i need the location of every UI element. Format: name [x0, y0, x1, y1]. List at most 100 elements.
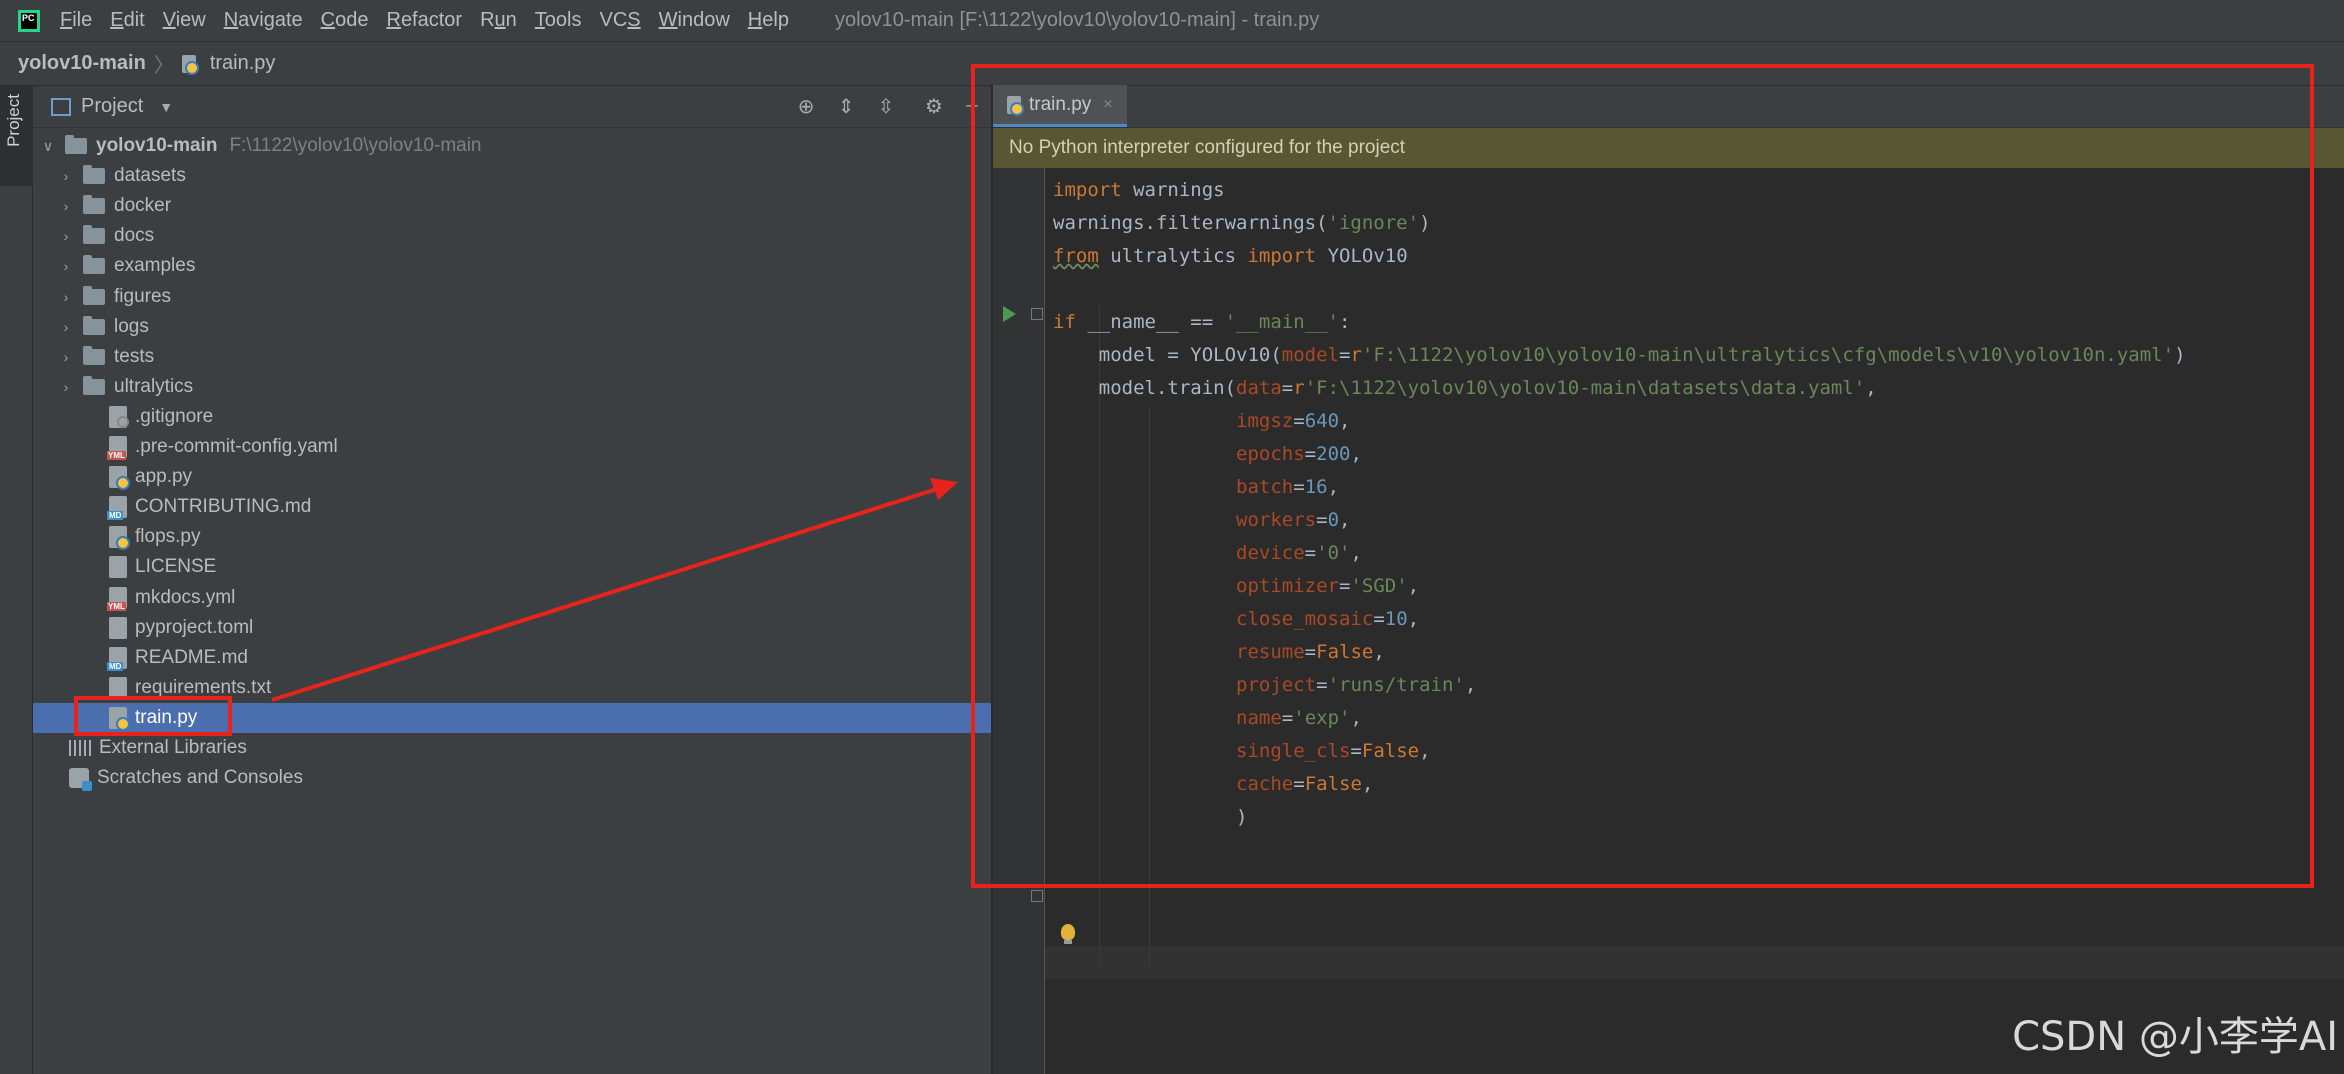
folder-icon [83, 255, 105, 275]
tree-label: Scratches and Consoles [97, 767, 303, 789]
menu-vcs[interactable]: VCS [600, 9, 641, 32]
ignore-file-icon [109, 405, 129, 428]
watermark: CSDN @小李学AI [2012, 1014, 2338, 1060]
project-tool-tab-label: Project [4, 94, 23, 147]
chevron-down-icon[interactable]: ▼ [159, 99, 173, 115]
project-tool-tab[interactable]: Project [0, 86, 33, 186]
tree-file-contributing-md[interactable]: CONTRIBUTING.md [33, 492, 991, 522]
chevron-down-icon[interactable]: ∨ [39, 138, 57, 155]
tree-label: External Libraries [99, 737, 247, 758]
project-panel-header: Project ▼ ⊕ ⇕ ⇳ ⚙ – [33, 86, 991, 128]
tree-label: LICENSE [135, 556, 217, 578]
menu-help[interactable]: Help [748, 9, 789, 32]
tool-window-strip: Project [0, 86, 33, 1074]
gear-icon[interactable]: ⚙ [921, 94, 947, 119]
tree-label: logs [114, 315, 149, 337]
tree-label: tests [114, 345, 155, 367]
expand-all-icon[interactable]: ⇕ [833, 94, 859, 119]
tree-label: README.md [135, 646, 248, 668]
tree-folder-datasets[interactable]: › datasets [33, 161, 991, 191]
tree-folder-examples[interactable]: › examples [33, 251, 991, 281]
tree-label: app.py [135, 466, 193, 488]
folder-icon [83, 225, 105, 245]
locate-file-icon[interactable]: ⊕ [793, 94, 819, 119]
collapse-all-icon[interactable]: ⇳ [873, 94, 899, 119]
tree-file-pre-commit-config-yaml[interactable]: .pre-commit-config.yaml [33, 432, 991, 462]
scratches-icon [69, 768, 92, 792]
tree-file-app-py[interactable]: app.py [33, 462, 991, 492]
tree-label: figures [114, 285, 172, 307]
chevron-right-icon[interactable]: › [57, 198, 75, 214]
tree-file-mkdocs-yml[interactable]: mkdocs.yml [33, 583, 991, 613]
tree-file-pyproject-toml[interactable]: pyproject.toml [33, 613, 991, 643]
tree-folder-logs[interactable]: › logs [33, 312, 991, 342]
annotation-box-train-py [74, 696, 232, 736]
project-panel-title[interactable]: Project [81, 95, 143, 118]
project-view-icon [51, 97, 71, 116]
menu-navigate[interactable]: Navigate [224, 9, 303, 32]
markdown-file-icon [107, 646, 127, 671]
logo-text: PC [21, 12, 37, 29]
tree-label: docs [114, 225, 155, 247]
menu-run[interactable]: Run [480, 9, 517, 32]
tree-label: flops.py [135, 526, 201, 548]
tree-label: ultralytics [114, 375, 194, 397]
menu-code[interactable]: Code [321, 9, 369, 32]
python-file-icon [109, 466, 130, 491]
project-panel: Project ▼ ⊕ ⇕ ⇳ ⚙ – ∨ yolov10-main F:\1122… [33, 86, 991, 1074]
pycharm-logo-icon: PC [18, 9, 40, 32]
menu-window[interactable]: Window [659, 9, 730, 32]
text-file-icon [109, 616, 127, 639]
folder-icon [83, 345, 105, 365]
root-path: F:\1122\yolov10\yolov10-main [229, 135, 482, 156]
yaml-file-icon [107, 436, 127, 460]
menu-refactor[interactable]: Refactor [386, 9, 462, 32]
chevron-right-icon[interactable]: › [57, 319, 75, 335]
menu-tools[interactable]: Tools [535, 9, 582, 32]
tree-label: examples [114, 255, 196, 277]
markdown-file-icon [107, 496, 127, 521]
chevron-right-icon[interactable]: › [57, 349, 75, 365]
tree-file-flops-py[interactable]: flops.py [33, 522, 991, 552]
tree-file-gitignore[interactable]: .gitignore [33, 402, 991, 432]
menu-file[interactable]: File [60, 9, 92, 32]
menu-edit[interactable]: Edit [110, 9, 144, 32]
yaml-file-icon [107, 586, 127, 611]
tree-file-license[interactable]: LICENSE [33, 552, 991, 582]
chevron-right-icon[interactable]: › [57, 258, 75, 274]
tree-external-libraries[interactable]: External Libraries [33, 733, 991, 763]
tree-label: yolov10-main [96, 135, 218, 156]
tree-folder-ultralytics[interactable]: › ultralytics [33, 372, 991, 402]
tree-label: pyproject.toml [135, 616, 254, 638]
window-title: yolov10-main [F:\1122\yolov10\yolov10-ma… [834, 9, 1320, 31]
tree-label: mkdocs.yml [135, 586, 236, 608]
tree-root-project[interactable]: ∨ yolov10-main F:\1122\yolov10\yolov10-mai… [33, 131, 991, 161]
python-file-icon [109, 526, 130, 551]
tree-folder-tests[interactable]: › tests [33, 342, 991, 372]
folder-icon [83, 195, 105, 215]
annotation-box-editor [971, 64, 2314, 888]
tree-folder-docker[interactable]: › docker [33, 191, 991, 221]
chevron-right-icon[interactable]: › [57, 289, 75, 305]
current-line-highlight [1045, 946, 2344, 979]
chevron-right-icon[interactable]: › [57, 379, 75, 395]
breadcrumb-file[interactable]: train.py [210, 52, 276, 75]
menu-items: File Edit View Navigate Code Refactor Run Tools… [60, 9, 807, 32]
folder-icon [65, 135, 87, 154]
folder-icon [83, 315, 105, 335]
folder-icon [83, 285, 105, 305]
tree-label: .pre-commit-config.yaml [135, 436, 338, 457]
tree-file-readme-md[interactable]: README.md [33, 643, 991, 673]
fold-icon[interactable] [1031, 890, 1043, 902]
chevron-right-icon[interactable]: › [57, 228, 75, 244]
tree-folder-figures[interactable]: › figures [33, 282, 991, 312]
menu-view[interactable]: View [163, 9, 206, 32]
chevron-right-icon[interactable]: › [57, 168, 75, 184]
breadcrumb-project[interactable]: yolov10-main [18, 52, 146, 75]
library-icon [69, 740, 91, 756]
folder-icon [83, 375, 105, 395]
menubar: PC File Edit View Navigate Code Refactor Run To… [0, 0, 2344, 42]
tree-folder-docs[interactable]: › docs [33, 221, 991, 251]
tree-scratches[interactable]: Scratches and Consoles [33, 763, 991, 793]
lightbulb-icon[interactable] [1061, 924, 1075, 944]
